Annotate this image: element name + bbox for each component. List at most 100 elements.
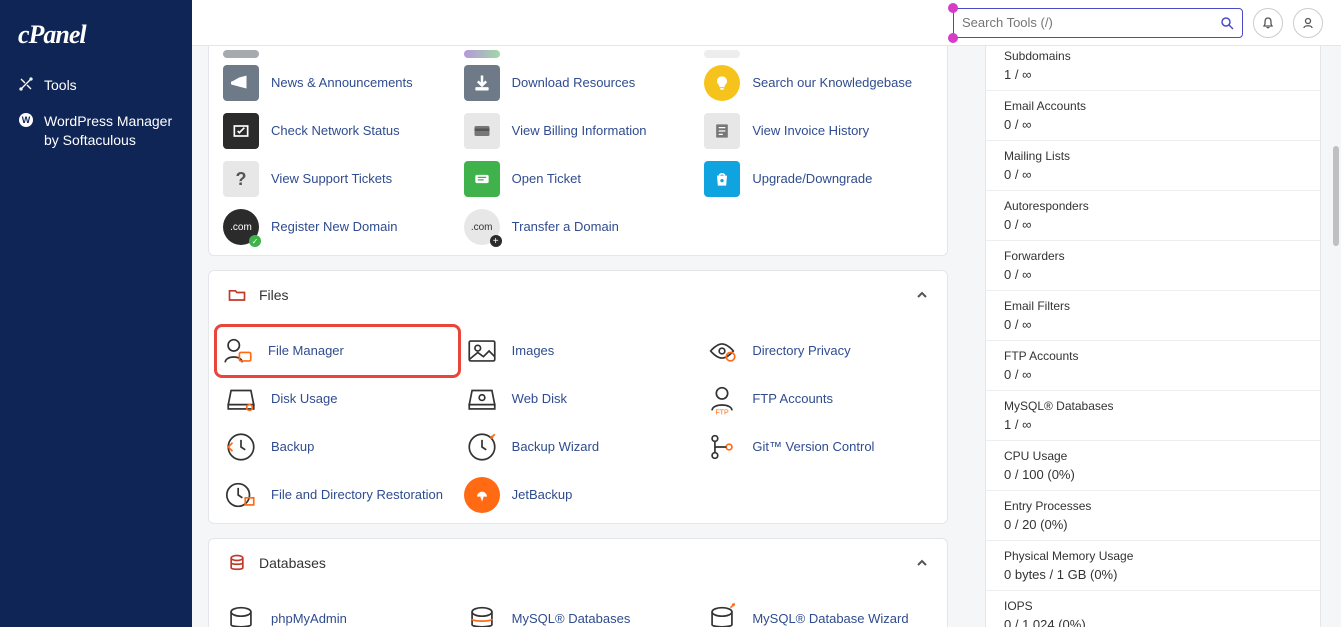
mysql-icon <box>464 601 500 627</box>
download-icon <box>464 65 500 101</box>
tool-label: JetBackup <box>512 487 573 504</box>
tool-news[interactable]: News & Announcements <box>217 59 458 107</box>
tool-support-tickets[interactable]: ? View Support Tickets <box>217 155 458 203</box>
highlight-dot-icon <box>948 3 958 13</box>
disk-usage-icon <box>223 381 259 417</box>
stat-label: Mailing Lists <box>1004 149 1302 163</box>
stat-row[interactable]: Mailing Lists 0 / ∞ <box>986 140 1320 190</box>
tool-transfer-domain[interactable]: .com + Transfer a Domain <box>458 203 699 251</box>
stat-row[interactable]: Subdomains1 / ∞ <box>986 46 1320 90</box>
tool-knowledgebase[interactable]: Search our Knowledgebase <box>698 59 939 107</box>
tool-disk-usage[interactable]: Disk Usage <box>217 375 458 423</box>
tool-label: Download Resources <box>512 75 636 92</box>
tool-backup-wizard[interactable]: Backup Wizard <box>458 423 699 471</box>
megaphone-icon <box>223 65 259 101</box>
svg-text:W: W <box>22 115 31 125</box>
tool-label: FTP Accounts <box>752 391 833 408</box>
tool-upgrade[interactable]: Upgrade/Downgrade <box>698 155 939 203</box>
tool-phpmyadmin[interactable]: php phpMyAdmin <box>217 595 458 627</box>
tool-label: Directory Privacy <box>752 343 850 360</box>
tools-icon <box>18 76 34 92</box>
stat-value: 0 / 100 (0%) <box>1004 467 1302 482</box>
tool-web-disk[interactable]: Web Disk <box>458 375 699 423</box>
stat-row[interactable]: IOPS0 / 1,024 (0%) <box>986 590 1320 627</box>
search-input-wrap[interactable] <box>953 8 1243 38</box>
stat-row[interactable]: Forwarders0 / ∞ <box>986 240 1320 290</box>
databases-card: Databases php phpMyAdmin MySQL® Database… <box>208 538 948 627</box>
tool-images[interactable]: Images <box>458 327 699 375</box>
tool-label: Backup <box>271 439 314 456</box>
tool-item[interactable] <box>217 49 458 59</box>
tool-label: Register New Domain <box>271 219 397 236</box>
stat-value: 0 / ∞ <box>1004 317 1302 332</box>
tool-mysql-databases[interactable]: MySQL® Databases <box>458 595 699 627</box>
tool-icon <box>223 50 259 58</box>
databases-section-header[interactable]: Databases <box>209 539 947 587</box>
tool-file-restoration[interactable]: File and Directory Restoration <box>217 471 458 519</box>
tool-label: File Manager <box>268 343 344 360</box>
file-restoration-icon <box>223 477 259 513</box>
tool-item[interactable] <box>698 49 939 59</box>
notifications-button[interactable] <box>1253 8 1283 38</box>
stat-row[interactable]: FTP Accounts0 / ∞ <box>986 340 1320 390</box>
stat-row[interactable]: Email Accounts0 / ∞ <box>986 90 1320 140</box>
files-section-header[interactable]: Files <box>209 271 947 319</box>
stat-label: Subdomains <box>1004 49 1302 63</box>
search-input[interactable] <box>962 15 1220 30</box>
stats-column: Subdomains1 / ∞Email Accounts0 / ∞Mailin… <box>985 46 1321 627</box>
stat-row[interactable]: Email Filters 0 / ∞ <box>986 290 1320 340</box>
file-manager-icon <box>220 333 256 369</box>
stat-value: 0 / ∞ <box>1004 167 1302 182</box>
phpmyadmin-icon: php <box>223 601 259 627</box>
stat-label: Autoresponders <box>1004 199 1302 213</box>
tool-git[interactable]: Git™ Version Control <box>698 423 939 471</box>
web-disk-icon <box>464 381 500 417</box>
mysql-wizard-icon <box>704 601 740 627</box>
tool-ftp-accounts[interactable]: FTP FTP Accounts <box>698 375 939 423</box>
tool-open-ticket[interactable]: Open Ticket <box>458 155 699 203</box>
stat-row[interactable]: MySQL® Databases1 / ∞ <box>986 390 1320 440</box>
logo-text: cPanel <box>18 20 86 49</box>
stat-label: CPU Usage <box>1004 449 1302 463</box>
stat-label: FTP Accounts <box>1004 349 1302 363</box>
tool-jetbackup[interactable]: JetBackup <box>458 471 699 519</box>
logo: cPanel <box>0 10 192 68</box>
stat-row[interactable]: Physical Memory Usage0 bytes / 1 GB (0%) <box>986 540 1320 590</box>
question-icon: ? <box>223 161 259 197</box>
stat-row[interactable]: Autoresponders0 / ∞ <box>986 190 1320 240</box>
main-column: News & Announcements Download Resources … <box>208 46 948 627</box>
search-icon <box>1220 16 1234 30</box>
stat-row[interactable]: CPU Usage 0 / 100 (0%) <box>986 440 1320 490</box>
status-icon <box>223 113 259 149</box>
stat-label: Email Accounts <box>1004 99 1302 113</box>
sidebar-item-tools[interactable]: Tools <box>0 68 192 104</box>
tool-file-manager[interactable]: File Manager <box>214 324 461 378</box>
wordpress-icon: W <box>18 112 34 128</box>
sidebar: cPanel Tools W WordPress Manager by Soft… <box>0 0 192 627</box>
sidebar-item-wordpress[interactable]: W WordPress Manager by Softaculous <box>0 104 192 159</box>
ticket-icon <box>464 161 500 197</box>
stat-label: Physical Memory Usage <box>1004 549 1302 563</box>
tool-label: Images <box>512 343 555 360</box>
tool-network-status[interactable]: Check Network Status <box>217 107 458 155</box>
tool-label: Git™ Version Control <box>752 439 874 456</box>
stat-label: MySQL® Databases <box>1004 399 1302 413</box>
tool-label: View Support Tickets <box>271 171 392 188</box>
files-card: Files File Manager Images <box>208 270 948 524</box>
stat-label: Email Filters <box>1004 299 1302 313</box>
tool-directory-privacy[interactable]: Directory Privacy <box>698 327 939 375</box>
tool-invoice[interactable]: View Invoice History <box>698 107 939 155</box>
backup-icon <box>223 429 259 465</box>
tool-download[interactable]: Download Resources <box>458 59 699 107</box>
tool-item[interactable] <box>458 49 699 59</box>
chevron-up-icon <box>915 556 929 570</box>
scrollbar-thumb[interactable] <box>1333 146 1339 246</box>
stat-value: 0 / ∞ <box>1004 267 1302 282</box>
account-button[interactable] <box>1293 8 1323 38</box>
tool-backup[interactable]: Backup <box>217 423 458 471</box>
tool-billing[interactable]: View Billing Information <box>458 107 699 155</box>
stat-row[interactable]: Entry Processes0 / 20 (0%) <box>986 490 1320 540</box>
section-title: Databases <box>259 555 903 571</box>
tool-mysql-wizard[interactable]: MySQL® Database Wizard <box>698 595 939 627</box>
tool-register-domain[interactable]: .com ✓ Register New Domain <box>217 203 458 251</box>
